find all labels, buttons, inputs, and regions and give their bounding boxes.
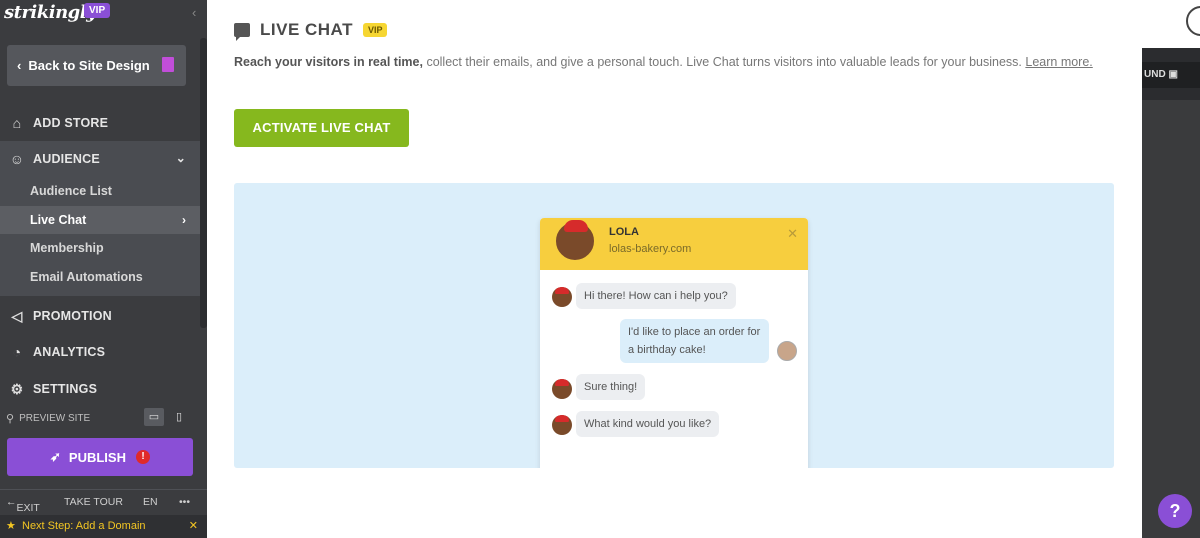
nav-add-store[interactable]: ⌂ ADD STORE — [0, 112, 200, 134]
next-step-banner[interactable]: ★ Next Step: Add a Domain ✕ — [0, 515, 207, 538]
rocket-icon: ➶ — [50, 449, 61, 464]
submenu-audience-list[interactable]: Audience List — [0, 177, 200, 205]
close-icon[interactable]: ✕ — [189, 519, 198, 532]
chat-bubble-icon — [234, 23, 250, 41]
chat-message-outgoing: I'd like to place an order for a birthda… — [620, 319, 769, 363]
background-image — [1142, 100, 1200, 538]
chat-header: LOLA lolas-bakery.com ✕ — [540, 218, 808, 270]
agent-site: lolas-bakery.com — [609, 243, 692, 255]
publish-button[interactable]: ➶ PUBLISH ! — [7, 438, 193, 476]
search-icon: ⚲ — [6, 412, 15, 425]
live-chat-panel: LIVE CHAT VIP Reach your visitors in rea… — [207, 0, 1142, 538]
preview-site-row: ⚲ PREVIEW SITE ▭ ▯ — [6, 408, 196, 426]
sidebar-header: strikingly VIP ‹ — [0, 0, 207, 38]
nav-promotion-label: PROMOTION — [33, 309, 112, 323]
star-icon: ★ — [6, 520, 16, 532]
nav-settings-label: SETTINGS — [33, 382, 98, 396]
back-to-site-design-button[interactable]: ‹ Back to Site Design — [7, 45, 186, 86]
audience-icon: ☺ — [9, 151, 25, 167]
vip-badge: VIP — [362, 23, 388, 37]
user-avatar — [777, 341, 797, 361]
nav-add-store-label: ADD STORE — [33, 116, 109, 130]
submenu-email-automations[interactable]: Email Automations — [0, 263, 200, 291]
submenu-live-chat-label: Live Chat — [30, 213, 87, 227]
agent-name: LOLA — [609, 226, 639, 238]
site-preview-top — [1142, 0, 1200, 48]
site-preview-strip: UND ▣ ? — [1142, 0, 1200, 538]
store-icon: ⌂ — [12, 115, 22, 131]
nav-audience-label: AUDIENCE — [33, 152, 100, 166]
flower-icon — [555, 379, 569, 386]
nav-settings[interactable]: ⚙ SETTINGS — [0, 378, 200, 400]
flower-icon — [564, 220, 588, 232]
chat-widget-preview: LOLA lolas-bakery.com ✕ Hi there! How ca… — [540, 218, 808, 468]
vip-badge: VIP — [84, 3, 111, 18]
nav-analytics[interactable]: ◔ ANALYTICS — [0, 341, 200, 363]
learn-more-link[interactable]: Learn more. — [1025, 55, 1092, 69]
chevron-right-icon: › — [182, 213, 186, 227]
alert-icon: ! — [135, 450, 150, 464]
chat-preview: LOLA lolas-bakery.com ✕ Hi there! How ca… — [234, 183, 1114, 468]
chat-message: Sure thing! — [576, 374, 646, 400]
nav-audience[interactable]: ☺ AUDIENCE ⌄ — [0, 141, 200, 177]
megaphone-icon: ◁ — [11, 308, 23, 324]
nav-promotion[interactable]: ◁ PROMOTION — [0, 305, 200, 327]
avatar — [552, 287, 572, 307]
avatar — [552, 379, 572, 399]
description: Reach your visitors in real time, collec… — [234, 51, 1114, 73]
image-icon: ▣ — [1168, 69, 1178, 80]
circle-icon — [1186, 6, 1200, 36]
description-bold: Reach your visitors in real time, — [234, 55, 423, 69]
publish-label: PUBLISH — [68, 449, 126, 465]
chat-message: Hi there! How can i help you? — [576, 283, 736, 309]
close-icon: ✕ — [787, 226, 798, 241]
gear-icon: ⚙ — [10, 381, 24, 397]
chevron-left-icon: ‹ — [17, 58, 22, 73]
language-select[interactable]: EN — [143, 496, 158, 508]
sidebar-footer: ← EXIT TAKE TOUR EN ••• — [0, 489, 207, 514]
next-step-text: Next Step: Add a Domain — [22, 520, 146, 532]
background-button-label: UND — [1144, 69, 1166, 80]
activate-live-chat-button[interactable]: ACTIVATE LIVE CHAT — [234, 109, 409, 147]
page-title: LIVE CHAT — [260, 20, 353, 39]
chevron-down-icon: ⌄ — [175, 151, 186, 165]
analytics-icon: ◔ — [12, 344, 22, 360]
flower-icon — [555, 415, 569, 422]
background-button[interactable]: UND ▣ — [1142, 62, 1200, 88]
submenu-live-chat[interactable]: Live Chat › — [0, 206, 200, 234]
help-button[interactable]: ? — [1158, 494, 1192, 528]
audience-submenu: Audience List Live Chat › Membership Ema… — [0, 177, 200, 296]
sidebar-scrollbar[interactable] — [200, 38, 207, 328]
nav-analytics-label: ANALYTICS — [33, 345, 106, 359]
take-tour-link[interactable]: TAKE TOUR — [64, 496, 123, 508]
avatar — [552, 415, 572, 435]
mobile-preview-icon[interactable]: ▯ — [169, 408, 189, 426]
exit-label: EXIT — [16, 502, 40, 514]
submenu-membership[interactable]: Membership — [0, 234, 200, 262]
flower-icon — [555, 287, 569, 294]
preview-site-link[interactable]: PREVIEW SITE — [19, 413, 90, 424]
exit-link[interactable]: ← EXIT — [6, 496, 40, 514]
chat-message: What kind would you like? — [576, 411, 720, 437]
desktop-preview-icon[interactable]: ▭ — [144, 408, 164, 426]
description-text: collect their emails, and give a persona… — [422, 55, 1026, 69]
strikingly-logo[interactable]: strikingly — [4, 2, 97, 23]
site-page-icon — [162, 57, 174, 72]
page-title-row: LIVE CHAT VIP — [234, 20, 388, 41]
editor-sidebar: strikingly VIP ‹ ‹ Back to Site Design ⌂… — [0, 0, 207, 538]
agent-avatar — [554, 220, 596, 262]
back-button-label: Back to Site Design — [28, 58, 150, 73]
more-options-icon[interactable]: ••• — [179, 496, 190, 508]
collapse-sidebar-icon[interactable]: ‹ — [192, 5, 196, 20]
